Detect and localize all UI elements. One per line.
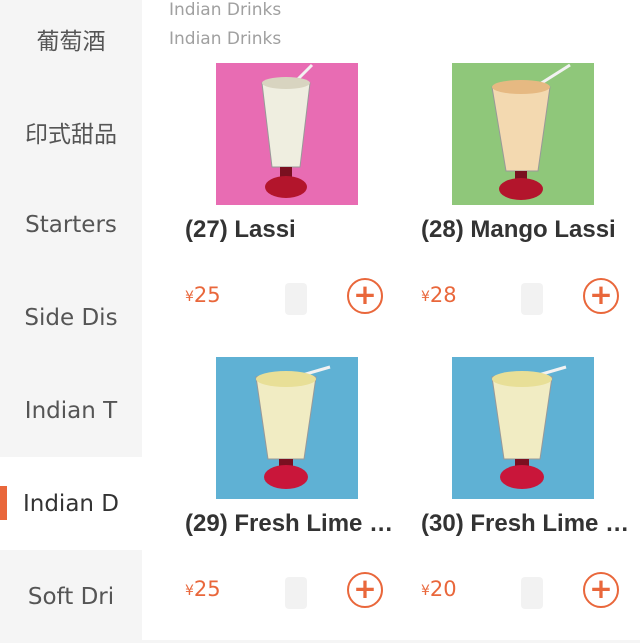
section-header: Indian Drinks: [169, 0, 282, 20]
category-item-soft-drinks[interactable]: Soft Dri: [0, 550, 142, 643]
currency-symbol: ¥: [185, 583, 194, 599]
add-to-cart-button[interactable]: +: [583, 278, 619, 314]
plus-icon: +: [589, 277, 613, 311]
price-value: 20: [429, 577, 457, 601]
product-image[interactable]: [216, 357, 358, 499]
category-item-indian-drinks[interactable]: Indian D: [0, 457, 142, 550]
product-name: (29) Fresh Lime Soda: [185, 510, 399, 537]
category-label: Side Dis: [24, 304, 118, 331]
product-list: Indian Drinks Indian Drinks (27) Lassi ¥…: [142, 0, 640, 640]
category-label: Indian D: [22, 490, 120, 517]
product-price: ¥20: [421, 577, 457, 601]
category-item-starters[interactable]: Starters: [0, 178, 142, 271]
plus-icon: +: [353, 277, 377, 311]
category-sidebar: 葡萄酒 印式甜品 Starters Side Dis Indian T Indi…: [0, 0, 142, 640]
quantity-placeholder: [285, 577, 307, 609]
currency-symbol: ¥: [421, 583, 430, 599]
category-label: Starters: [25, 211, 117, 238]
add-to-cart-button[interactable]: +: [347, 278, 383, 314]
product-card[interactable]: (30) Fresh Lime Water ¥20 +: [421, 357, 640, 640]
category-label: 印式甜品: [25, 121, 117, 148]
price-value: 25: [193, 577, 221, 601]
product-name: (30) Fresh Lime Water: [421, 510, 635, 537]
product-image[interactable]: [452, 63, 594, 205]
section-header-sticky: Indian Drinks: [169, 29, 282, 49]
category-item-indian-desserts[interactable]: 印式甜品: [0, 85, 142, 178]
category-item-wine[interactable]: 葡萄酒: [0, 0, 142, 85]
category-label: Soft Dri: [27, 583, 115, 610]
product-card[interactable]: (28) Mango Lassi ¥28 +: [421, 63, 640, 353]
currency-symbol: ¥: [421, 289, 430, 305]
product-card[interactable]: (27) Lassi ¥25 +: [185, 63, 421, 353]
product-name: (27) Lassi: [185, 216, 296, 243]
product-image[interactable]: [452, 357, 594, 499]
category-item-side-dishes[interactable]: Side Dis: [0, 271, 142, 364]
product-price: ¥25: [185, 577, 221, 601]
plus-icon: +: [589, 571, 613, 605]
price-value: 28: [429, 283, 457, 307]
add-to-cart-button[interactable]: +: [583, 572, 619, 608]
quantity-placeholder: [285, 283, 307, 315]
active-indicator: [0, 486, 7, 520]
product-image[interactable]: [216, 63, 358, 205]
currency-symbol: ¥: [185, 289, 194, 305]
add-to-cart-button[interactable]: +: [347, 572, 383, 608]
price-value: 25: [193, 283, 221, 307]
product-name: (28) Mango Lassi: [421, 216, 616, 243]
quantity-placeholder: [521, 577, 543, 609]
product-price: ¥28: [421, 283, 457, 307]
category-label: Indian T: [24, 397, 118, 424]
product-card[interactable]: (29) Fresh Lime Soda ¥25 +: [185, 357, 421, 640]
category-item-indian-t[interactable]: Indian T: [0, 364, 142, 457]
product-price: ¥25: [185, 283, 221, 307]
category-label: 葡萄酒: [36, 28, 106, 55]
plus-icon: +: [353, 571, 377, 605]
quantity-placeholder: [521, 283, 543, 315]
